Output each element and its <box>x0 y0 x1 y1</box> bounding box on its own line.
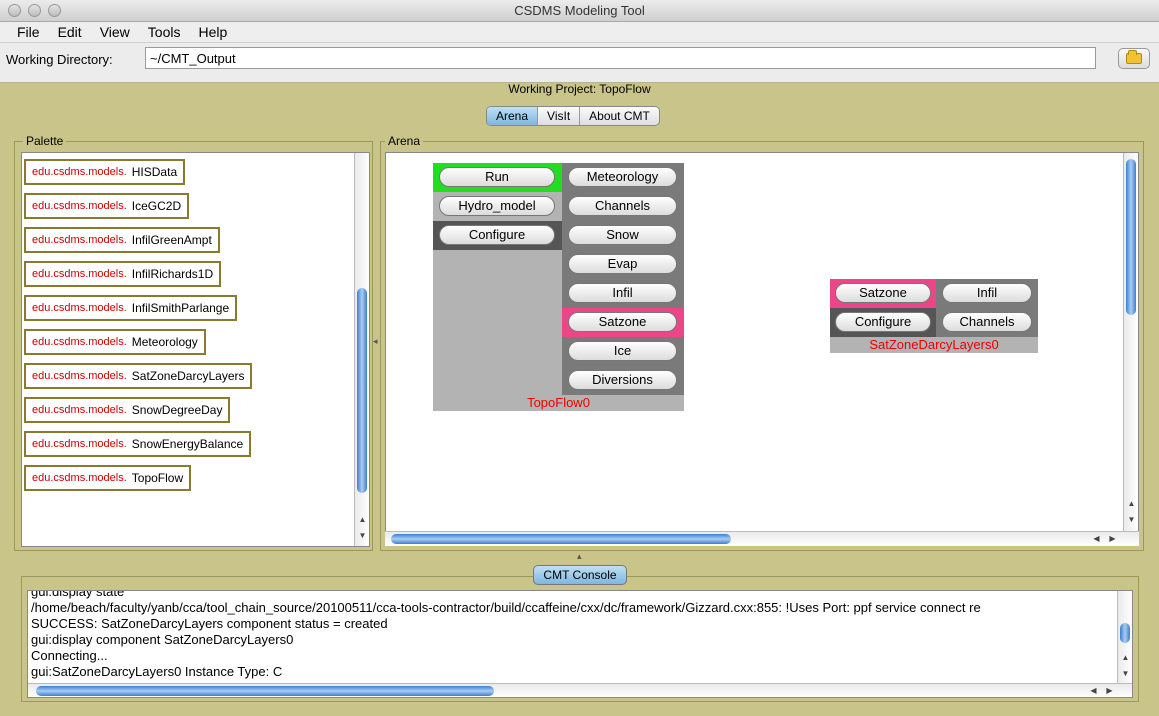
component-name-label: TopoFlow0 <box>527 395 590 410</box>
component-topoflow0[interactable]: Run Hydro_model Configure Meteorology Ch… <box>433 163 684 411</box>
menu-bar: File Edit View Tools Help <box>0 22 1159 43</box>
channels-port[interactable]: Channels <box>942 312 1032 332</box>
hydro-model-port[interactable]: Hydro_model <box>439 196 555 216</box>
console-title[interactable]: CMT Console <box>533 565 627 585</box>
infil-port[interactable]: Infil <box>568 283 677 303</box>
palette-item[interactable]: edu.csdms.models. TopoFlow <box>24 465 192 491</box>
console-hscroll-thumb[interactable] <box>36 686 494 696</box>
console-line: /home/beach/faculty/yanb/cca/tool_chain_… <box>31 600 981 615</box>
split-divider-icon[interactable]: ▴ <box>577 551 582 562</box>
scroll-up-arrow-icon[interactable]: ▲ <box>1124 499 1138 508</box>
main-tabs: Arena VisIt About CMT <box>486 106 660 126</box>
diversions-port[interactable]: Diversions <box>568 370 677 390</box>
scroll-down-arrow-icon[interactable]: ▼ <box>1124 515 1138 524</box>
palette-vertical-scrollbar[interactable]: ▲ ▼ <box>354 153 369 546</box>
component-satzonedarcylayers0[interactable]: Satzone Configure Infil Channels SatZone… <box>830 279 1038 353</box>
scroll-up-arrow-icon[interactable]: ▲ <box>355 515 369 524</box>
palette-scroll-thumb[interactable] <box>357 288 367 493</box>
console-line: gui:display state <box>31 590 125 599</box>
browse-folder-button[interactable] <box>1118 48 1150 69</box>
satzone-port[interactable]: Satzone <box>835 283 931 303</box>
palette-item[interactable]: edu.csdms.models. InfilGreenAmpt <box>24 227 220 253</box>
working-directory-label: Working Directory: <box>6 52 113 67</box>
palette-title: Palette <box>23 134 67 148</box>
scroll-down-arrow-icon[interactable]: ▼ <box>1118 669 1132 678</box>
snow-port[interactable]: Snow <box>568 225 677 245</box>
scroll-right-arrow-icon[interactable]: ▶ <box>1105 534 1120 543</box>
menu-edit[interactable]: Edit <box>49 22 91 42</box>
scroll-down-arrow-icon[interactable]: ▼ <box>355 531 369 540</box>
tab-about-cmt[interactable]: About CMT <box>580 107 659 125</box>
arena-horizontal-scrollbar[interactable]: ◀ ▶ <box>385 531 1139 546</box>
palette-item[interactable]: edu.csdms.models. HISData <box>24 159 186 185</box>
scroll-right-arrow-icon[interactable]: ▶ <box>1102 686 1117 695</box>
title-bar: CSDMS Modeling Tool <box>0 0 1159 22</box>
working-directory-input[interactable]: ~/CMT_Output <box>145 47 1096 69</box>
window-title: CSDMS Modeling Tool <box>514 3 645 18</box>
split-divider-icon[interactable]: ◂ <box>373 336 378 347</box>
component-name-label: SatZoneDarcyLayers0 <box>869 337 999 352</box>
console-line: gui:display component SatZoneDarcyLayers… <box>31 632 294 647</box>
close-window-icon[interactable] <box>8 4 21 17</box>
console-vscroll-thumb[interactable] <box>1120 623 1130 643</box>
console-output[interactable]: gui:display state /home/beach/faculty/ya… <box>27 590 1133 698</box>
arena-vertical-scrollbar[interactable]: ▲ ▼ <box>1123 153 1138 531</box>
meteorology-port[interactable]: Meteorology <box>568 167 677 187</box>
palette-item[interactable]: edu.csdms.models. SnowEnergyBalance <box>24 431 252 457</box>
tab-arena[interactable]: Arena <box>487 107 539 125</box>
working-project-label: Working Project: TopoFlow <box>508 82 651 96</box>
run-button[interactable]: Run <box>439 167 555 187</box>
palette-item[interactable]: edu.csdms.models. InfilSmithParlange <box>24 295 238 321</box>
console-horizontal-scrollbar[interactable]: ◀ ▶ <box>28 683 1132 697</box>
palette-item[interactable]: edu.csdms.models. InfilRichards1D <box>24 261 222 287</box>
infil-port[interactable]: Infil <box>942 283 1032 303</box>
console-vertical-scrollbar[interactable]: ▲ ▼ <box>1117 591 1132 683</box>
arena-title: Arena <box>385 134 424 148</box>
window-controls[interactable] <box>8 4 61 17</box>
menu-view[interactable]: View <box>91 22 139 42</box>
scroll-up-arrow-icon[interactable]: ▲ <box>1118 653 1132 662</box>
satzone-port[interactable]: Satzone <box>568 312 677 332</box>
arena-hscroll-thumb[interactable] <box>391 534 731 544</box>
menu-help[interactable]: Help <box>189 22 236 42</box>
console-line: SUCCESS: SatZoneDarcyLayers component st… <box>31 616 388 631</box>
minimize-window-icon[interactable] <box>28 4 41 17</box>
folder-icon <box>1126 50 1142 64</box>
menu-tools[interactable]: Tools <box>139 22 190 42</box>
ice-port[interactable]: Ice <box>568 341 677 361</box>
palette-item[interactable]: edu.csdms.models. IceGC2D <box>24 193 190 219</box>
palette-item[interactable]: edu.csdms.models. SatZoneDarcyLayers <box>24 363 253 389</box>
arena-canvas[interactable]: Run Hydro_model Configure Meteorology Ch… <box>385 152 1139 532</box>
zoom-window-icon[interactable] <box>48 4 61 17</box>
palette-item[interactable]: edu.csdms.models. SnowDegreeDay <box>24 397 231 423</box>
palette-item[interactable]: edu.csdms.models. Meteorology <box>24 329 206 355</box>
evap-port[interactable]: Evap <box>568 254 677 274</box>
arena-vscroll-thumb[interactable] <box>1126 159 1136 315</box>
palette-list: edu.csdms.models. HISData edu.csdms.model… <box>21 152 370 547</box>
console-line: gui:SatZoneDarcyLayers0 Instance Type: C <box>31 664 283 679</box>
tab-visit[interactable]: VisIt <box>538 107 581 125</box>
configure-button[interactable]: Configure <box>835 312 931 332</box>
menu-file[interactable]: File <box>8 22 49 42</box>
configure-button[interactable]: Configure <box>439 225 555 245</box>
console-line: Connecting... <box>31 648 108 663</box>
channels-port[interactable]: Channels <box>568 196 677 216</box>
scroll-left-arrow-icon[interactable]: ◀ <box>1086 686 1101 695</box>
scroll-left-arrow-icon[interactable]: ◀ <box>1089 534 1104 543</box>
